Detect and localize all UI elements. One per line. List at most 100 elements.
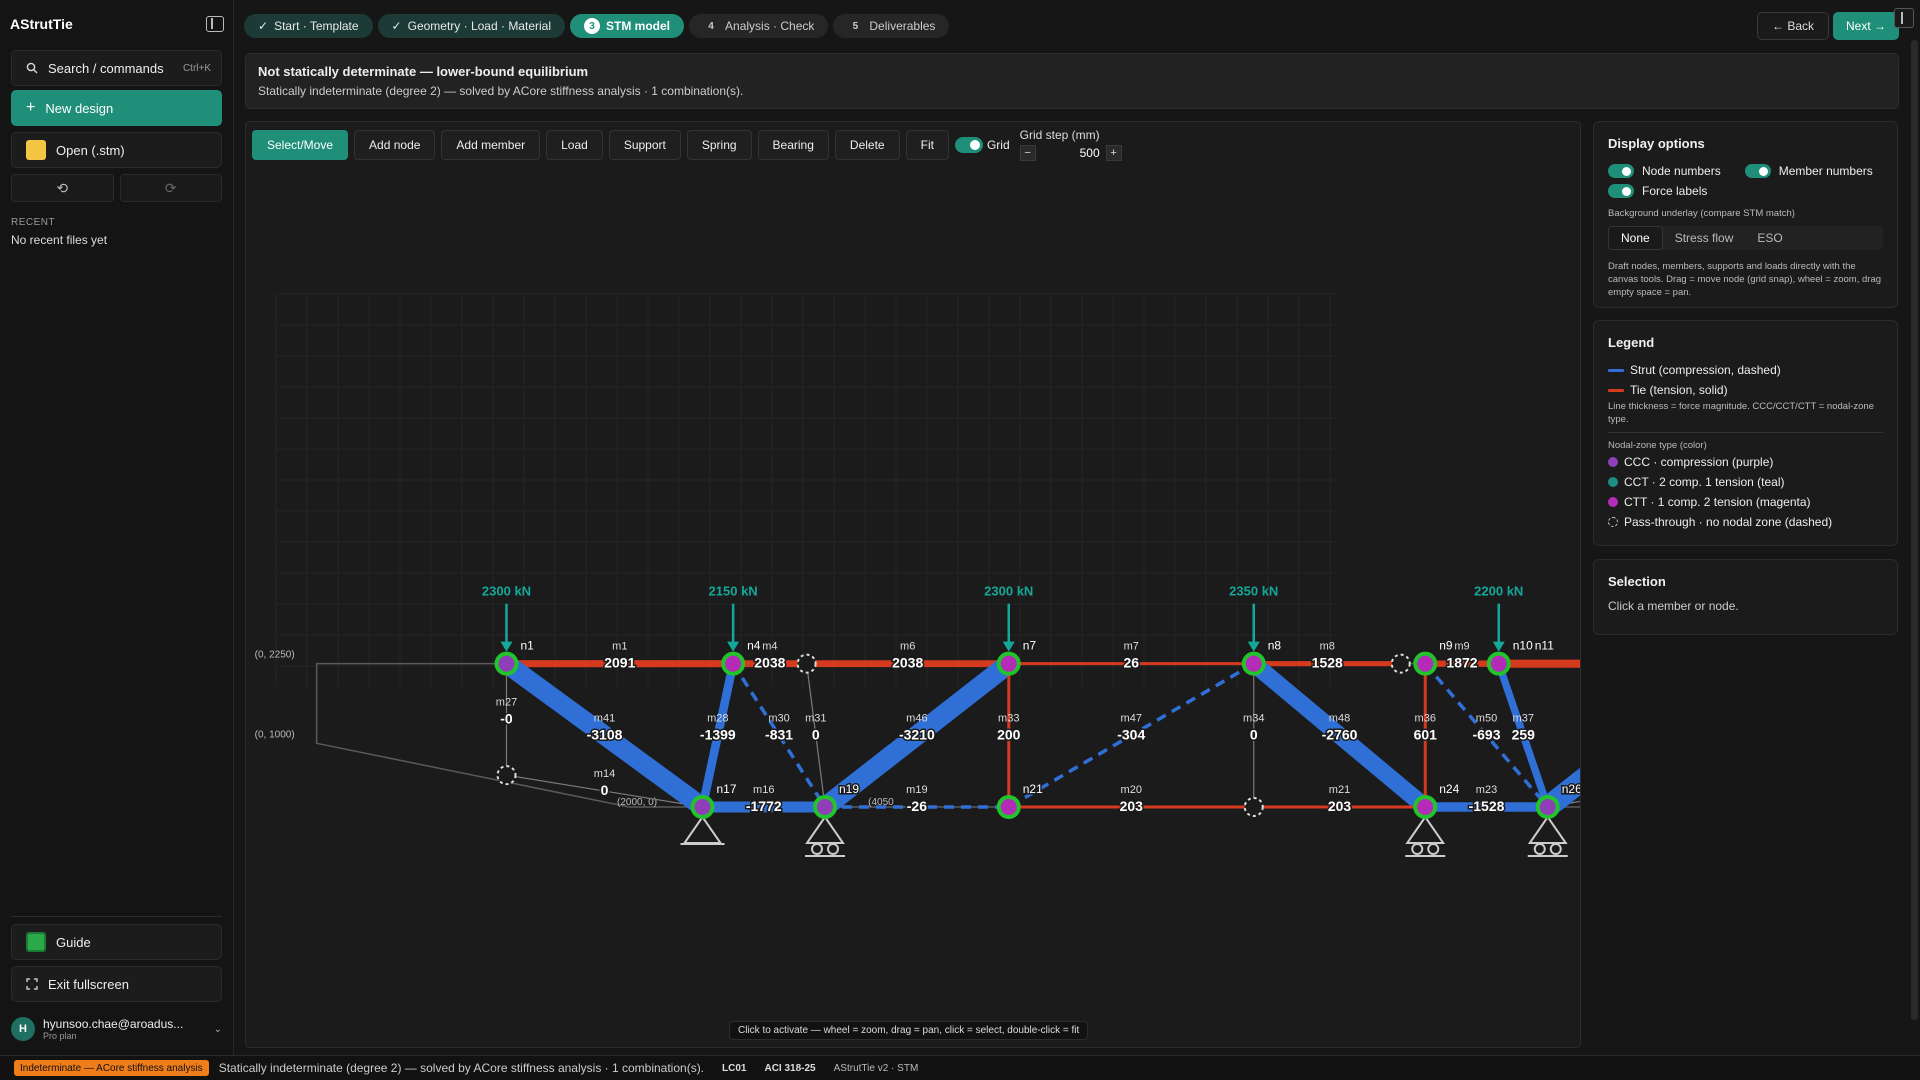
search-button[interactable]: Search / commands Ctrl+K xyxy=(11,50,222,86)
node-numbers-toggle[interactable] xyxy=(1608,164,1634,178)
underlay-stress-flow[interactable]: Stress flow xyxy=(1663,226,1746,250)
legend-note: Line thickness = force magnitude. CCC/CC… xyxy=(1608,401,1874,425)
node-label: n21 xyxy=(1023,782,1043,796)
underlay-selector: None Stress flow ESO xyxy=(1608,226,1883,250)
member-numbers-option[interactable]: Member numbers xyxy=(1744,161,1873,181)
load-label: 2300 kN xyxy=(984,584,1033,599)
scrollbar[interactable] xyxy=(1911,40,1918,1020)
force-labels-toggle[interactable] xyxy=(1608,184,1634,198)
banner-title: Not statically determinate — lower-bound… xyxy=(258,64,589,79)
open-file-button[interactable]: Open (.stm) xyxy=(11,132,222,168)
legend-panel: Legend Strut (compression, dashed) Tie (… xyxy=(1593,320,1898,546)
guide-button[interactable]: Guide xyxy=(11,924,222,960)
grid-step-increment[interactable]: + xyxy=(1105,145,1122,161)
tool-select-move[interactable]: Select/Move xyxy=(252,130,349,160)
brand-title: AStrutTie xyxy=(10,16,73,32)
member-force-label: 203 xyxy=(1328,798,1352,814)
legend-ccc: CCC · compression (purple) xyxy=(1608,452,1883,472)
ccc-swatch xyxy=(1608,457,1618,467)
node-label: n7 xyxy=(1023,639,1037,653)
grid-toggle[interactable] xyxy=(954,137,983,153)
coordinate-label: (0, 2250) xyxy=(255,650,295,661)
tool-load[interactable]: Load xyxy=(546,130,603,160)
load-arrow-head xyxy=(1247,641,1260,652)
member-force-label: 1872 xyxy=(1446,655,1477,671)
canvas-toolbar: Select/Move Add node Add member Load Support… xyxy=(252,128,1122,162)
node-n21 xyxy=(996,795,1021,819)
grid-step-decrement[interactable]: − xyxy=(1019,145,1036,161)
tool-delete[interactable]: Delete xyxy=(834,130,900,160)
new-design-button[interactable]: + New design xyxy=(11,90,222,126)
force-labels-option[interactable]: Force labels xyxy=(1608,181,1883,201)
load-label: 2350 kN xyxy=(1229,584,1278,599)
member-id-label: m8 xyxy=(1320,641,1335,653)
exit-fullscreen-label: Exit fullscreen xyxy=(48,976,129,992)
next-button[interactable]: Next → xyxy=(1833,12,1899,40)
status-code: ACI 318-25 xyxy=(764,1062,816,1074)
step-5[interactable]: 5 Deliverables xyxy=(833,14,950,38)
selection-hint: Click a member or node. xyxy=(1608,599,1739,613)
legend-pass: Pass-through · no nodal zone (dashed) xyxy=(1608,512,1883,532)
member-id-label: m19 xyxy=(906,784,927,796)
legend-ctt-label: CTT · 1 comp. 2 tension (magenta) xyxy=(1624,495,1811,509)
member-force-label: 1528 xyxy=(1312,655,1343,671)
node-label: n1 xyxy=(521,639,535,653)
load-arrow-head xyxy=(1492,641,1505,652)
node-label: n17 xyxy=(717,782,737,796)
step-3[interactable]: 3 STM model xyxy=(570,14,685,38)
member-id-label: m36 xyxy=(1415,712,1436,724)
node-n4 xyxy=(721,651,746,676)
step-label: Analysis · Check xyxy=(725,19,815,33)
tool-add-member[interactable]: Add member xyxy=(441,130,541,160)
folder-icon xyxy=(26,140,46,160)
node-n26 xyxy=(1535,795,1560,819)
back-button[interactable]: ← Back xyxy=(1757,12,1829,40)
status-version: AStrutTie v2 · STM xyxy=(833,1062,919,1074)
load-label: 2300 kN xyxy=(482,584,531,599)
tool-spring[interactable]: Spring xyxy=(686,130,752,160)
undo-button[interactable]: ⟲ xyxy=(11,174,114,202)
fit-button[interactable]: Fit xyxy=(905,130,949,160)
tool-add-node[interactable]: Add node xyxy=(354,130,436,160)
step-4[interactable]: 4 Analysis · Check xyxy=(689,14,829,38)
member-force-label: -26 xyxy=(907,798,927,814)
stm-canvas[interactable]: (0, 2250)(0, 1000)(13200, 2250)(13200, 1… xyxy=(246,122,1581,1048)
roller-wheel-icon xyxy=(1549,843,1562,855)
node-n16 xyxy=(690,795,715,819)
brand-row: AStrutTie xyxy=(10,14,224,34)
member-id-label: m41 xyxy=(594,712,615,724)
member-force-label: -3210 xyxy=(899,726,935,742)
grid-step-stepper: − 500 + xyxy=(1019,144,1122,162)
user-menu[interactable]: H hyunsoo.chae@aroadus... Pro plan ⌄ xyxy=(11,1012,222,1046)
undo-icon: ⟲ xyxy=(56,179,69,196)
member-id-label: m23 xyxy=(1476,784,1497,796)
chevron-down-icon: ⌄ xyxy=(213,1023,222,1035)
pass-through-node xyxy=(796,653,817,674)
redo-button[interactable]: ⟳ xyxy=(119,174,222,202)
exit-fullscreen-button[interactable]: Exit fullscreen xyxy=(11,966,222,1002)
recent-heading: RECENT xyxy=(11,217,56,228)
step-2[interactable]: ✓ Geometry · Load · Material xyxy=(377,14,565,38)
member-id-label: m34 xyxy=(1243,712,1264,724)
canvas-hint: Click to activate — wheel = zoom, drag =… xyxy=(729,1021,1089,1040)
display-help: Draft nodes, members, supports and loads… xyxy=(1608,261,1882,298)
node-label: n19 xyxy=(839,782,859,796)
user-email: hyunsoo.chae@aroadus... xyxy=(43,1017,184,1031)
tool-support[interactable]: Support xyxy=(608,130,681,160)
sidebar-collapse-icon[interactable] xyxy=(206,16,224,32)
panel-toggle-icon[interactable] xyxy=(1894,8,1914,28)
legend-strut: Strut (compression, dashed) xyxy=(1608,360,1883,380)
member-numbers-toggle[interactable] xyxy=(1744,164,1771,178)
underlay-eso[interactable]: ESO xyxy=(1745,226,1794,250)
grid-step-value[interactable]: 500 xyxy=(1036,146,1106,160)
legend-pass-label: Pass-through · no nodal zone (dashed) xyxy=(1624,515,1833,529)
roller-support-icon xyxy=(1527,815,1568,844)
undo-redo-row: ⟲ ⟳ xyxy=(11,174,222,202)
node-numbers-option[interactable]: Node numbers xyxy=(1608,161,1721,181)
step-1[interactable]: ✓ Start · Template xyxy=(244,14,373,38)
tool-bearing[interactable]: Bearing xyxy=(757,130,829,160)
underlay-none[interactable]: None xyxy=(1608,226,1663,250)
roller-wheel-icon xyxy=(811,843,823,855)
roller-wheel-icon xyxy=(1411,843,1424,855)
status-badge: Indeterminate — ACore stiffness analysis xyxy=(14,1060,209,1076)
